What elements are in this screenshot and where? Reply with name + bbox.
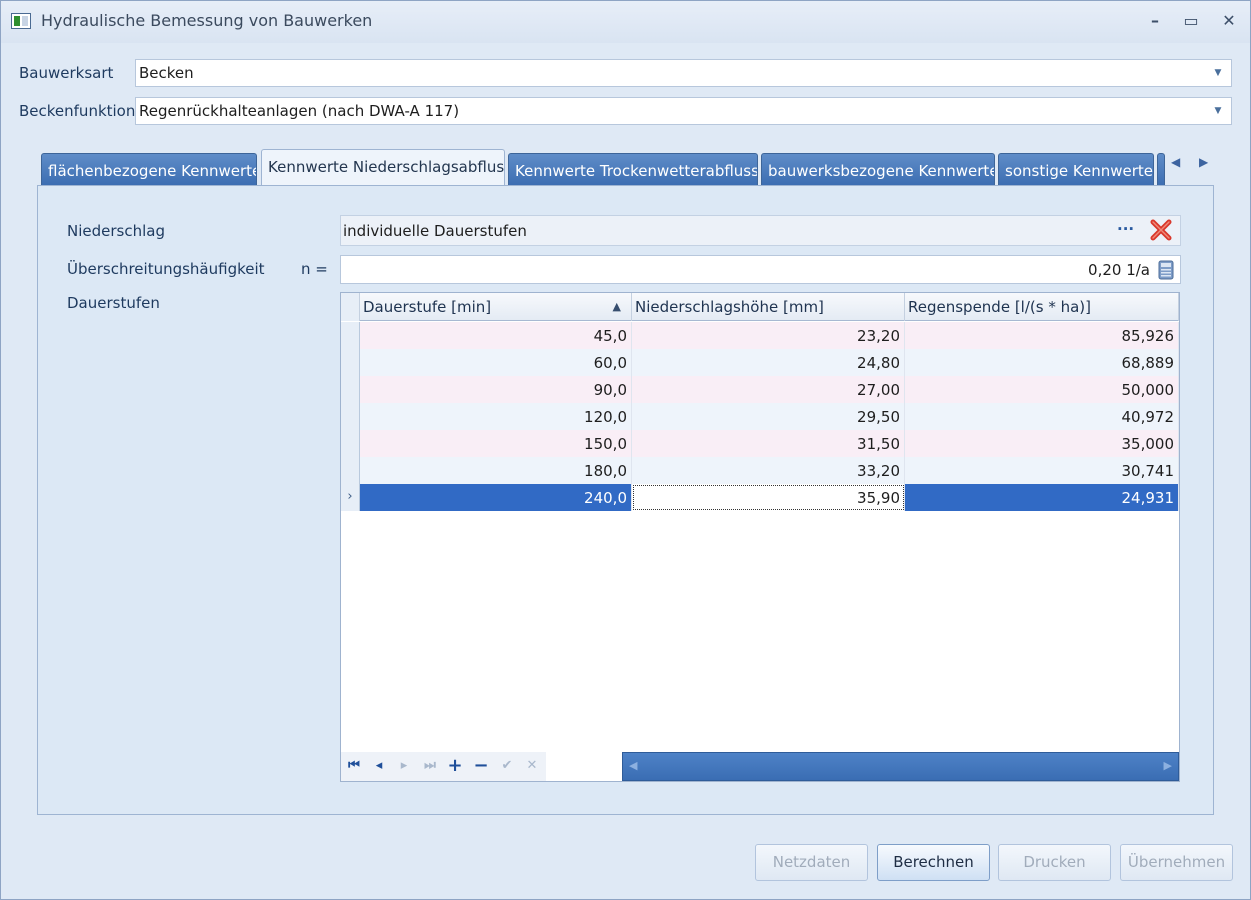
cell-regenspende[interactable]: 40,972 [905,403,1179,430]
cell-niederschlagshoehe[interactable]: 23,20 [632,322,905,349]
tab-flaechenbezogene-kennwerte[interactable]: flächenbezogene Kennwerte [41,153,257,186]
grid-navigator: ⏮ ◂ ▸ ⏭ + − ✔ ✕ [341,752,546,781]
niederschlag-label: Niederschlag [67,222,165,240]
last-record-icon[interactable]: ⏭ [421,757,439,775]
cell-niederschlagshoehe[interactable]: 33,20 [632,457,905,484]
title-bar[interactable]: Hydraulische Bemessung von Bauwerken – ▭… [1,1,1250,43]
tab-kennwerte-niederschlagsabfluss[interactable]: Kennwerte Niederschlagsabfluss [261,149,505,186]
bauwerksart-combo[interactable]: Becken ▼ [135,59,1232,87]
ueberschreitung-value: 0,20 1/a [1088,261,1150,279]
bauwerksart-value: Becken [139,64,194,82]
cell-dauerstufe[interactable]: 120,0 [360,403,632,430]
add-record-icon[interactable]: + [446,757,464,775]
table-row[interactable]: 180,0 33,20 30,741 [341,457,1179,484]
cell-dauerstufe[interactable]: 150,0 [360,430,632,457]
tab-overflow[interactable] [1157,153,1165,186]
cell-regenspende[interactable]: 68,889 [905,349,1179,376]
chevron-down-icon[interactable]: ▼ [1211,104,1225,118]
niederschlag-field: individuelle Dauerstufen ··· [340,215,1181,246]
row-selector[interactable] [341,376,360,403]
app-icon [11,13,31,29]
first-record-icon[interactable]: ⏮ [345,757,363,775]
niederschlag-value: individuelle Dauerstufen [343,222,527,240]
next-record-icon[interactable]: ▸ [395,757,413,775]
calculator-icon[interactable] [1158,260,1174,280]
cell-regenspende[interactable]: 24,931 [905,484,1179,511]
cell-niederschlagshoehe[interactable]: 27,00 [632,376,905,403]
cell-dauerstufe[interactable]: 240,0 [360,484,632,511]
close-button[interactable]: ✕ [1216,9,1242,33]
header-row-selector [341,293,360,321]
cell-regenspende[interactable]: 30,741 [905,457,1179,484]
row-selector[interactable] [341,322,360,349]
beckenfunktion-label: Beckenfunktion [19,102,136,120]
cell-niederschlagshoehe[interactable]: 29,50 [632,403,905,430]
maximize-button[interactable]: ▭ [1178,9,1204,33]
beckenfunktion-combo[interactable]: Regenrückhalteanlagen (nach DWA-A 117) ▼ [135,97,1232,125]
cell-regenspende[interactable]: 85,926 [905,322,1179,349]
column-header-dauerstufe[interactable]: Dauerstufe [min] ▲ [360,293,632,321]
tab-kennwerte-trockenwetterabfluss[interactable]: Kennwerte Trockenwetterabfluss [508,153,758,186]
tab-scroll-left-icon[interactable]: ◀ [1171,155,1180,169]
dauerstufen-label: Dauerstufen [67,294,160,312]
column-header-regenspende[interactable]: Regenspende [l/(s * ha)] [905,293,1179,321]
table-row[interactable]: 60,0 24,80 68,889 [341,349,1179,376]
cell-dauerstufe[interactable]: 180,0 [360,457,632,484]
drucken-button[interactable]: Drucken [998,844,1111,881]
beckenfunktion-value: Regenrückhalteanlagen (nach DWA-A 117) [139,102,460,120]
cell-regenspende[interactable]: 50,000 [905,376,1179,403]
row-selector[interactable] [341,430,360,457]
cell-dauerstufe[interactable]: 60,0 [360,349,632,376]
minimize-button[interactable]: – [1142,9,1168,33]
berechnen-button[interactable]: Berechnen [877,844,990,881]
cell-regenspende[interactable]: 35,000 [905,430,1179,457]
column-header-niederschlagshoehe[interactable]: Niederschlagshöhe [mm] [632,293,905,321]
table-row-selected[interactable]: › 240,0 35,90 24,931 [341,484,1179,511]
uebernehmen-button[interactable]: Übernehmen [1120,844,1233,881]
cell-niederschlagshoehe[interactable]: 35,90 [632,484,905,511]
row-selector[interactable] [341,349,360,376]
netzdaten-button[interactable]: Netzdaten [755,844,868,881]
scroll-right-icon[interactable]: ▶ [1164,759,1172,772]
row-selector[interactable] [341,403,360,430]
sort-ascending-icon: ▲ [612,300,621,313]
remove-record-icon[interactable]: − [472,757,490,775]
apply-record-icon[interactable]: ✔ [498,757,516,775]
current-row-indicator[interactable]: › [341,484,360,511]
ueberschreitung-input[interactable]: 0,20 1/a [340,255,1181,284]
column-header-label: Dauerstufe [min] [363,298,492,316]
tab-sonstige-kennwerte[interactable]: sonstige Kennwerte [998,153,1154,186]
horizontal-scrollbar[interactable]: ◀ ▶ [622,752,1179,781]
cell-dauerstufe[interactable]: 45,0 [360,322,632,349]
browse-button[interactable]: ··· [1117,220,1134,238]
table-row[interactable]: 90,0 27,00 50,000 [341,376,1179,403]
table-row[interactable]: 120,0 29,50 40,972 [341,403,1179,430]
previous-record-icon[interactable]: ◂ [370,757,388,775]
grid-header: Dauerstufe [min] ▲ Niederschlagshöhe [mm… [341,293,1179,321]
cell-niederschlagshoehe[interactable]: 31,50 [632,430,905,457]
table-row[interactable]: 150,0 31,50 35,000 [341,430,1179,457]
tab-strip: flächenbezogene Kennwerte Kennwerte Nied… [39,149,1214,186]
dauerstufen-grid[interactable]: Dauerstufe [min] ▲ Niederschlagshöhe [mm… [340,292,1180,782]
row-selector[interactable] [341,457,360,484]
cancel-record-icon[interactable]: ✕ [523,757,541,775]
chevron-down-icon[interactable]: ▼ [1211,66,1225,80]
dialog-window: Hydraulische Bemessung von Bauwerken – ▭… [0,0,1251,900]
bauwerksart-label: Bauwerksart [19,64,114,82]
scroll-left-icon[interactable]: ◀ [629,759,637,772]
window-title: Hydraulische Bemessung von Bauwerken [41,11,373,30]
tab-scroll-right-icon[interactable]: ▶ [1199,155,1208,169]
tab-bauwerksbezogene-kennwerte[interactable]: bauwerksbezogene Kennwerte [761,153,995,186]
cell-dauerstufe[interactable]: 90,0 [360,376,632,403]
table-row[interactable]: 45,0 23,20 85,926 [341,322,1179,349]
cell-niederschlagshoehe[interactable]: 24,80 [632,349,905,376]
ueberschreitung-label: Überschreitungshäufigkeit [67,260,265,278]
n-label: n = [301,260,328,278]
delete-icon[interactable] [1149,217,1173,243]
